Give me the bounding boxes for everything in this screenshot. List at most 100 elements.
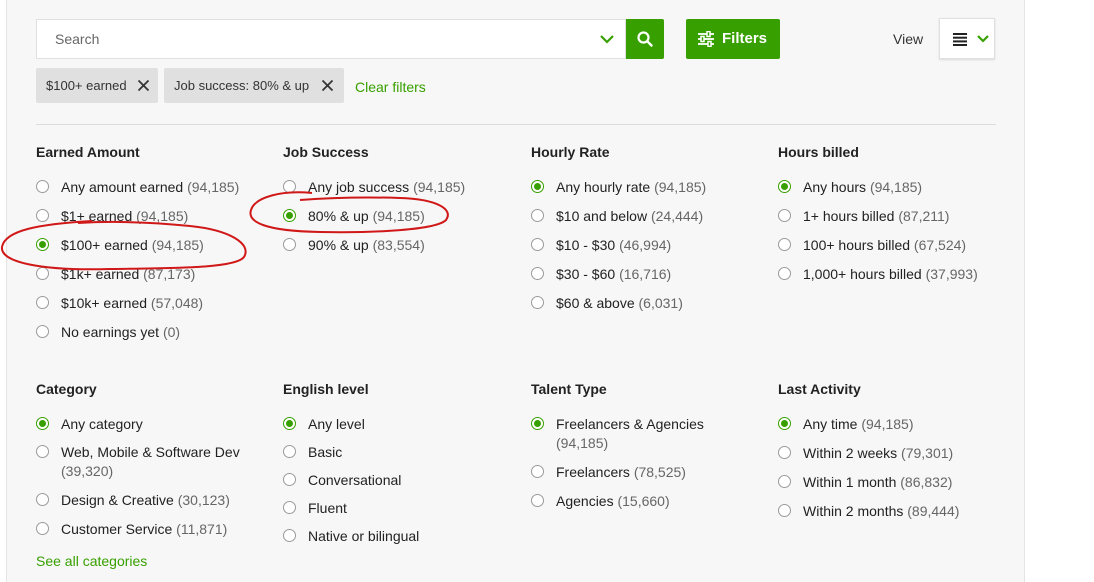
filters-button[interactable]: Filters bbox=[686, 19, 780, 59]
option-text: $1+ earned bbox=[61, 208, 133, 224]
radio-label: Freelancers & Agencies (94,185) bbox=[556, 415, 756, 453]
see-all-categories-link[interactable]: See all categories bbox=[36, 553, 147, 569]
group-title: Hourly Rate bbox=[531, 144, 610, 160]
radio-unselected-icon[interactable] bbox=[283, 238, 296, 251]
option-text: $30 - $60 bbox=[556, 266, 616, 282]
radio-unselected-icon[interactable] bbox=[778, 209, 791, 222]
search-icon bbox=[637, 31, 653, 47]
radio-unselected-icon[interactable] bbox=[36, 445, 49, 458]
radio-selected-icon[interactable] bbox=[778, 180, 791, 193]
option-count: (94,185) bbox=[372, 208, 425, 224]
radio-unselected-icon[interactable] bbox=[531, 209, 544, 222]
group-title: Last Activity bbox=[778, 381, 861, 397]
option-text: Any job success bbox=[308, 179, 410, 195]
radio-unselected-icon[interactable] bbox=[36, 296, 49, 309]
radio-unselected-icon[interactable] bbox=[778, 446, 791, 459]
filter-chip[interactable]: $100+ earned bbox=[36, 68, 158, 103]
radio-unselected-icon[interactable] bbox=[36, 209, 49, 222]
option-text: 100+ hours billed bbox=[803, 237, 911, 253]
radio-unselected-icon[interactable] bbox=[283, 501, 296, 514]
radio-unselected-icon[interactable] bbox=[531, 267, 544, 280]
radio-label: Any level bbox=[308, 415, 365, 434]
radio-label: Agencies (15,660) bbox=[556, 492, 670, 511]
filter-group-last-activity: Last Activity Any time (94,185) Within 2 … bbox=[778, 381, 1008, 521]
radio-unselected-icon[interactable] bbox=[283, 445, 296, 458]
radio-selected-icon[interactable] bbox=[531, 180, 544, 193]
option-text: Native or bilingual bbox=[308, 528, 420, 544]
option-count: (94,185) bbox=[869, 179, 923, 195]
chevron-down-icon bbox=[977, 35, 989, 43]
radio-label: 80% & up (94,185) bbox=[308, 207, 425, 226]
radio-label: Within 1 month (86,832) bbox=[803, 473, 952, 492]
filter-group-talent-type: Talent Type Freelancers & Agencies (94,1… bbox=[531, 381, 761, 521]
option-text: $10 and below bbox=[556, 208, 648, 224]
option-text: $10 - $30 bbox=[556, 237, 616, 253]
radio-unselected-icon[interactable] bbox=[36, 522, 49, 535]
search-box bbox=[36, 19, 626, 59]
option-count: (37,993) bbox=[925, 266, 978, 282]
chevron-down-icon[interactable] bbox=[599, 32, 615, 46]
group-title: English level bbox=[283, 381, 369, 397]
option-text: $100+ earned bbox=[61, 237, 148, 253]
radio-label: Any time (94,185) bbox=[803, 415, 914, 434]
radio-unselected-icon[interactable] bbox=[283, 473, 296, 486]
radio-unselected-icon[interactable] bbox=[531, 296, 544, 309]
radio-selected-icon[interactable] bbox=[36, 238, 49, 251]
radio-selected-icon[interactable] bbox=[283, 417, 296, 430]
option-count: (0) bbox=[162, 324, 181, 340]
option-text: Design & Creative bbox=[61, 492, 174, 508]
option-count: (94,185) bbox=[861, 416, 914, 432]
chip-label: Job success: 80% & up bbox=[174, 78, 310, 93]
filter-group-hourly-rate: Hourly Rate Any hourly rate (94,185) $10 … bbox=[531, 144, 761, 314]
radio-unselected-icon[interactable] bbox=[778, 504, 791, 517]
filter-chip[interactable]: Job success: 80% & up bbox=[164, 68, 344, 103]
clear-filters-link[interactable]: Clear filters bbox=[355, 79, 426, 95]
option-count: (16,716) bbox=[619, 266, 672, 282]
radio-unselected-icon[interactable] bbox=[778, 475, 791, 488]
option-count: (46,994) bbox=[619, 237, 672, 253]
option-text: Any hourly rate bbox=[556, 179, 651, 195]
radio-unselected-icon[interactable] bbox=[36, 325, 49, 338]
option-count: (89,444) bbox=[907, 503, 960, 519]
radio-label: Any amount earned (94,185) bbox=[61, 178, 239, 197]
option-count: (86,832) bbox=[900, 474, 953, 490]
radio-selected-icon[interactable] bbox=[778, 417, 791, 430]
option-text: Within 2 weeks bbox=[803, 445, 898, 461]
radio-selected-icon[interactable] bbox=[36, 417, 49, 430]
option-text: No earnings yet bbox=[61, 324, 160, 340]
option-count: (79,301) bbox=[901, 445, 954, 461]
radio-unselected-icon[interactable] bbox=[283, 180, 296, 193]
option-text: Any time bbox=[803, 416, 858, 432]
option-count: (78,525) bbox=[633, 464, 686, 480]
radio-label: Web, Mobile & Software Dev (39,320) bbox=[61, 443, 261, 481]
radio-label: $10 - $30 (46,994) bbox=[556, 236, 671, 255]
radio-unselected-icon[interactable] bbox=[283, 529, 296, 542]
radio-label: $1k+ earned (87,173) bbox=[61, 265, 195, 284]
option-count: (94,185) bbox=[151, 237, 204, 253]
radio-unselected-icon[interactable] bbox=[36, 493, 49, 506]
radio-selected-icon[interactable] bbox=[531, 417, 544, 430]
view-toggle[interactable] bbox=[939, 18, 995, 59]
radio-unselected-icon[interactable] bbox=[36, 180, 49, 193]
search-input[interactable] bbox=[37, 20, 597, 58]
option-text: Freelancers bbox=[556, 464, 630, 480]
radio-label: Customer Service (11,871) bbox=[61, 520, 227, 539]
close-icon[interactable] bbox=[137, 79, 150, 92]
search-button[interactable] bbox=[626, 19, 664, 59]
option-count: (6,031) bbox=[638, 295, 683, 311]
radio-unselected-icon[interactable] bbox=[531, 238, 544, 251]
close-icon[interactable] bbox=[321, 79, 334, 92]
option-text: Agencies bbox=[556, 493, 614, 509]
radio-unselected-icon[interactable] bbox=[778, 238, 791, 251]
radio-selected-icon[interactable] bbox=[283, 209, 296, 222]
group-title: Talent Type bbox=[531, 381, 607, 397]
group-title: Category bbox=[36, 381, 97, 397]
radio-label: $10 and below (24,444) bbox=[556, 207, 703, 226]
option-text: Any level bbox=[308, 416, 365, 432]
radio-unselected-icon[interactable] bbox=[531, 494, 544, 507]
radio-unselected-icon[interactable] bbox=[531, 465, 544, 478]
radio-unselected-icon[interactable] bbox=[36, 267, 49, 280]
filter-group-english-level: English level Any level Basic Conversation… bbox=[283, 381, 513, 551]
radio-unselected-icon[interactable] bbox=[778, 267, 791, 280]
option-count: (24,444) bbox=[650, 208, 704, 224]
